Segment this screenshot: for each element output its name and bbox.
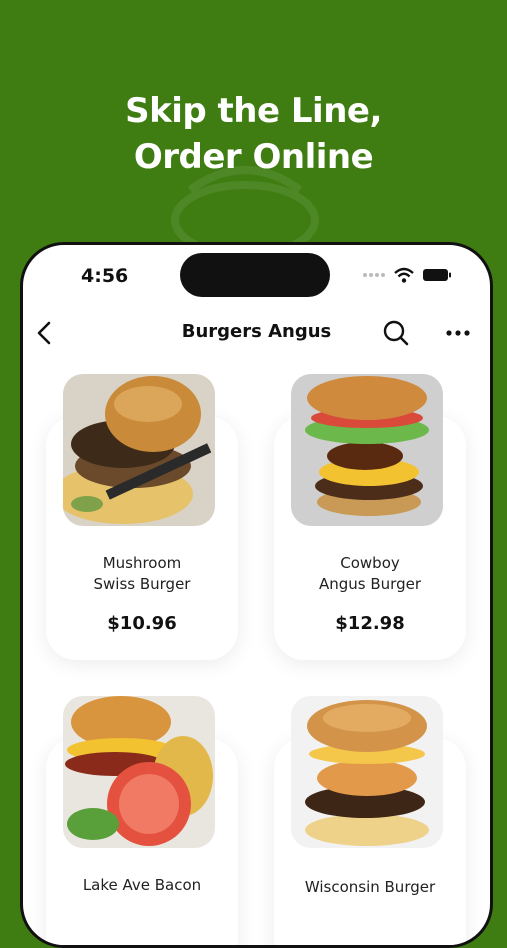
- nav-bar: Burgers Angus: [23, 313, 490, 357]
- wifi-icon: [394, 267, 414, 283]
- dynamic-island: [180, 253, 330, 297]
- battery-icon: [423, 269, 451, 281]
- menu-item-name: Wisconsin Burger: [304, 878, 436, 896]
- menu-item-price: $12.98: [335, 613, 405, 634]
- menu-item-name: Cowboy Angus Burger: [319, 554, 421, 593]
- promo-headline-line1: Skip the Line,: [125, 91, 382, 131]
- menu-item-price: $10.96: [107, 613, 177, 634]
- status-time: 4:56: [81, 265, 129, 287]
- more-icon[interactable]: [444, 319, 472, 347]
- menu-item-image[interactable]: [63, 374, 215, 526]
- menu-item-image[interactable]: [291, 696, 443, 848]
- search-icon[interactable]: [382, 319, 410, 347]
- menu-item-name: Mushroom Swiss Burger: [93, 554, 191, 593]
- menu-item-image[interactable]: [291, 374, 443, 526]
- menu-item-image[interactable]: [63, 696, 215, 848]
- menu-item-name: Lake Ave Bacon: [82, 876, 202, 894]
- status-icons: [362, 267, 452, 283]
- signal-icon: [363, 273, 385, 277]
- page-title: Burgers Angus: [181, 321, 332, 342]
- phone-frame: 4:56 Burgers Angus Mushroom Swiss Burger…: [20, 242, 493, 948]
